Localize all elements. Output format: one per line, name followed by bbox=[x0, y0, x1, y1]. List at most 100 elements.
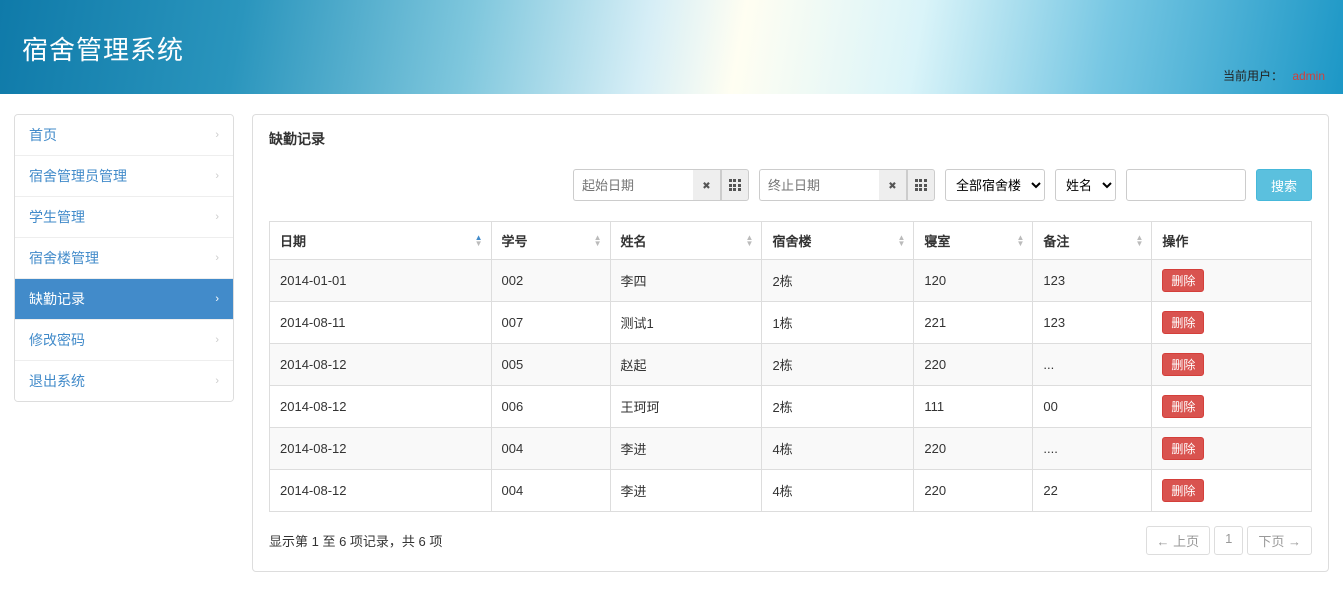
panel-title: 缺勤记录 bbox=[269, 129, 1312, 149]
sidebar-item-label: 学生管理 bbox=[29, 207, 85, 227]
chevron-right-icon: › bbox=[215, 293, 219, 305]
cell-ops: 删除 bbox=[1152, 344, 1312, 386]
close-icon bbox=[702, 178, 710, 192]
sidebar-item-building[interactable]: 宿舍楼管理 › bbox=[15, 238, 233, 279]
sort-icon: ▲▼ bbox=[746, 235, 754, 247]
col-note[interactable]: 备注 ▲▼ bbox=[1033, 222, 1152, 260]
sidebar-nav: 首页›宿舍管理员管理›学生管理›宿舍楼管理›缺勤记录›修改密码›退出系统› bbox=[14, 114, 234, 402]
pager-page-1[interactable]: 1 bbox=[1214, 526, 1243, 555]
col-label: 备注 bbox=[1043, 234, 1069, 249]
sort-icon: ▲▼ bbox=[897, 235, 905, 247]
cell-date: 2014-08-12 bbox=[270, 344, 492, 386]
cell-note: 00 bbox=[1033, 386, 1152, 428]
cell-name: 李进 bbox=[610, 428, 762, 470]
cell-date: 2014-08-12 bbox=[270, 470, 492, 512]
searchby-select[interactable]: 姓名 bbox=[1055, 169, 1116, 201]
sidebar-item-label: 修改密码 bbox=[29, 330, 85, 350]
delete-button[interactable]: 删除 bbox=[1162, 311, 1204, 334]
cell-date: 2014-08-12 bbox=[270, 386, 492, 428]
cell-room: 120 bbox=[914, 260, 1033, 302]
col-label: 日期 bbox=[280, 234, 306, 249]
delete-button[interactable]: 删除 bbox=[1162, 395, 1204, 418]
cell-room: 221 bbox=[914, 302, 1033, 344]
sidebar-item-label: 宿舍楼管理 bbox=[29, 248, 99, 268]
cell-note: ... bbox=[1033, 344, 1152, 386]
delete-button[interactable]: 删除 bbox=[1162, 479, 1204, 502]
cell-ops: 删除 bbox=[1152, 428, 1312, 470]
app-title: 宿舍管理系统 bbox=[22, 30, 184, 67]
col-sid[interactable]: 学号▲▼ bbox=[491, 222, 610, 260]
col-label: 寝室 bbox=[924, 234, 950, 249]
end-date-clear-button[interactable] bbox=[879, 169, 907, 201]
sidebar-item-student[interactable]: 学生管理› bbox=[15, 197, 233, 238]
chevron-right-icon: › bbox=[215, 334, 219, 346]
table-footer: 显示第 1 至 6 项记录，共 6 项 ← 上页 1 下页 → bbox=[269, 526, 1312, 555]
col-label: 宿舍楼 bbox=[772, 234, 811, 249]
start-date-group bbox=[573, 169, 749, 201]
pager-next-button[interactable]: 下页 → bbox=[1247, 526, 1312, 555]
col-label: 姓名 bbox=[621, 234, 647, 249]
pager: ← 上页 1 下页 → bbox=[1146, 526, 1312, 555]
building-select[interactable]: 全部宿舍楼 bbox=[945, 169, 1045, 201]
chevron-right-icon: › bbox=[215, 170, 219, 182]
table-row: 2014-08-12005赵起2栋220...删除 bbox=[270, 344, 1312, 386]
col-room[interactable]: 寝室▲▼ bbox=[914, 222, 1033, 260]
delete-button[interactable]: 删除 bbox=[1162, 269, 1204, 292]
col-date[interactable]: 日期 ▲▼ bbox=[270, 222, 492, 260]
cell-date: 2014-08-11 bbox=[270, 302, 492, 344]
end-date-group bbox=[759, 169, 935, 201]
cell-date: 2014-08-12 bbox=[270, 428, 492, 470]
cell-ops: 删除 bbox=[1152, 470, 1312, 512]
cell-date: 2014-01-01 bbox=[270, 260, 492, 302]
col-label: 操作 bbox=[1162, 234, 1188, 249]
chevron-right-icon: › bbox=[215, 129, 219, 141]
sidebar-item-home[interactable]: 首页 › bbox=[15, 115, 233, 156]
sidebar-item-password[interactable]: 修改密码 › bbox=[15, 320, 233, 361]
sort-icon: ▲▼ bbox=[475, 235, 483, 247]
app-header: 宿舍管理系统 当前用户： admin bbox=[0, 0, 1343, 94]
sidebar-item-label: 缺勤记录 bbox=[29, 289, 85, 309]
sidebar-item-label: 首页 bbox=[29, 125, 57, 145]
main-panel: 缺勤记录 全部宿舍楼 姓名 搜索 日期▲▼学号▲▼姓名▲▼宿舍楼▲▼寝室▲▼备注… bbox=[252, 114, 1329, 572]
cell-room: 111 bbox=[914, 386, 1033, 428]
col-label: 学号 bbox=[502, 234, 528, 249]
table-row: 2014-08-12004李进4栋22022删除 bbox=[270, 470, 1312, 512]
start-date-input[interactable] bbox=[573, 169, 693, 201]
col-name[interactable]: 姓名 ▲▼ bbox=[610, 222, 762, 260]
sort-icon: ▲▼ bbox=[1135, 235, 1143, 247]
cell-room: 220 bbox=[914, 428, 1033, 470]
delete-button[interactable]: 删除 bbox=[1162, 353, 1204, 376]
cell-sid: 004 bbox=[491, 428, 610, 470]
close-icon bbox=[888, 178, 896, 192]
cell-note: 123 bbox=[1033, 260, 1152, 302]
cell-ops: 删除 bbox=[1152, 302, 1312, 344]
chevron-right-icon: › bbox=[215, 252, 219, 264]
end-date-picker-button[interactable] bbox=[907, 169, 935, 201]
search-button[interactable]: 搜索 bbox=[1256, 169, 1312, 201]
table-row: 2014-08-11007测试11栋221123删除 bbox=[270, 302, 1312, 344]
records-table: 日期▲▼学号▲▼姓名▲▼宿舍楼▲▼寝室▲▼备注▲▼操作 2014-01-0100… bbox=[269, 221, 1312, 512]
cell-sid: 005 bbox=[491, 344, 610, 386]
start-date-clear-button[interactable] bbox=[693, 169, 721, 201]
col-building[interactable]: 宿舍楼 ▲▼ bbox=[762, 222, 914, 260]
chevron-right-icon: › bbox=[215, 375, 219, 387]
cell-name: 赵起 bbox=[610, 344, 762, 386]
current-user-label: 当前用户： bbox=[1223, 69, 1283, 83]
cell-sid: 006 bbox=[491, 386, 610, 428]
table-row: 2014-08-12006王珂珂2栋11100 删除 bbox=[270, 386, 1312, 428]
cell-building: 2栋 bbox=[762, 386, 914, 428]
calendar-icon bbox=[915, 179, 927, 191]
delete-button[interactable]: 删除 bbox=[1162, 437, 1204, 460]
end-date-input[interactable] bbox=[759, 169, 879, 201]
cell-sid: 007 bbox=[491, 302, 610, 344]
sidebar-item-absence[interactable]: 缺勤记录 › bbox=[15, 279, 233, 320]
pager-prev-button[interactable]: ← 上页 bbox=[1146, 526, 1211, 555]
search-input[interactable] bbox=[1126, 169, 1246, 201]
cell-building: 2栋 bbox=[762, 260, 914, 302]
start-date-picker-button[interactable] bbox=[721, 169, 749, 201]
sidebar-item-dorm-admin[interactable]: 宿舍管理员管理› bbox=[15, 156, 233, 197]
cell-room: 220 bbox=[914, 470, 1033, 512]
calendar-icon bbox=[729, 179, 741, 191]
cell-name: 王珂珂 bbox=[610, 386, 762, 428]
sidebar-item-logout[interactable]: 退出系统› bbox=[15, 361, 233, 401]
